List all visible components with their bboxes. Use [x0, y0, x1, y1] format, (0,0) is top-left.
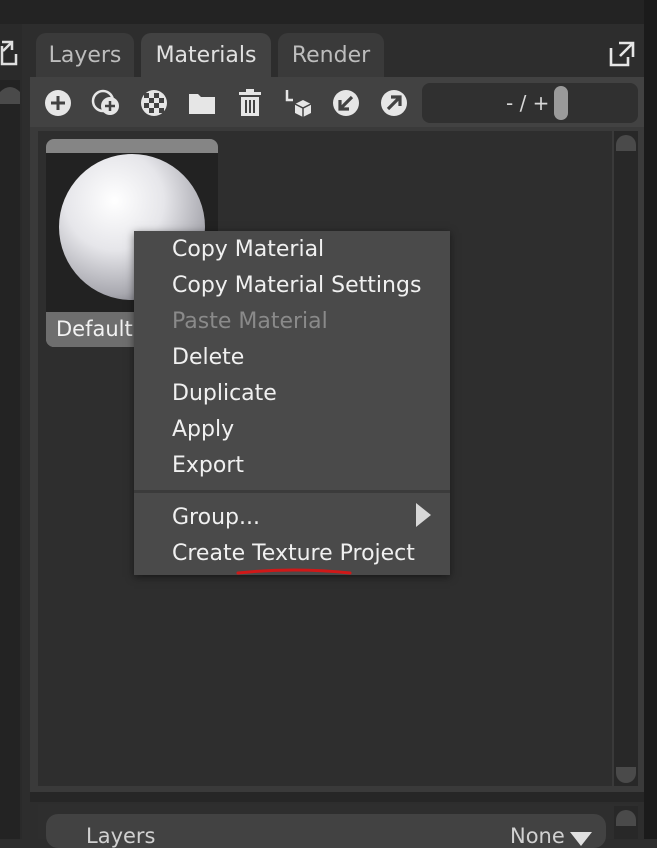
import-icon[interactable]	[331, 88, 361, 118]
submenu-arrow-icon	[416, 503, 431, 527]
menu-item-copy-material-settings[interactable]: Copy Material Settings	[172, 273, 421, 298]
slider-handle[interactable]	[554, 86, 568, 120]
bottom-scroll-up-button[interactable]	[616, 810, 636, 826]
dropdown-arrow-icon	[570, 832, 592, 846]
tab-layers-label: Layers	[48, 42, 122, 68]
undock-left-icon[interactable]	[0, 38, 20, 68]
window-edge	[644, 0, 657, 839]
menu-item-copy-material[interactable]: Copy Material	[172, 237, 324, 262]
top-strip	[0, 0, 644, 24]
menu-item-export[interactable]: Export	[172, 453, 244, 478]
tab-layers[interactable]: Layers	[36, 33, 134, 77]
shapes-icon[interactable]	[283, 88, 313, 118]
add-layered-icon[interactable]	[91, 88, 121, 118]
add-icon[interactable]	[43, 88, 73, 118]
left-panel-content	[0, 80, 20, 839]
trash-icon[interactable]	[235, 88, 265, 118]
menu-item-group[interactable]: Group...	[172, 505, 260, 530]
scroll-down-button[interactable]	[616, 767, 636, 783]
left-scroll-up[interactable]	[0, 82, 20, 104]
tab-materials[interactable]: Materials	[141, 33, 271, 77]
undock-panel-icon[interactable]	[608, 40, 636, 68]
checker-icon[interactable]	[139, 88, 169, 118]
menu-item-apply[interactable]: Apply	[172, 417, 234, 442]
folder-icon[interactable]	[187, 88, 217, 118]
export-icon[interactable]	[379, 88, 409, 118]
tab-render[interactable]: Render	[278, 33, 384, 77]
context-menu: Copy Material Copy Material Settings Pas…	[134, 231, 450, 575]
tab-render-label: Render	[291, 42, 371, 68]
preview-size-slider[interactable]: - / +	[422, 83, 638, 123]
menu-item-delete[interactable]: Delete	[172, 345, 244, 370]
scroll-up-button[interactable]	[616, 135, 636, 151]
tab-materials-label: Materials	[155, 42, 257, 68]
layers-dropdown[interactable]: Layers None	[46, 814, 606, 848]
menu-separator	[134, 490, 450, 493]
layers-label: Layers	[86, 824, 156, 848]
bottom-scrollbar[interactable]	[614, 806, 638, 839]
preview-size-label: - / +	[506, 91, 550, 115]
menu-item-duplicate[interactable]: Duplicate	[172, 381, 277, 406]
panel-divider[interactable]	[30, 792, 644, 802]
materials-scrollbar[interactable]	[614, 131, 638, 786]
annotation-underline	[236, 568, 352, 575]
layers-dropdown-value: None	[510, 824, 565, 848]
menu-item-create-texture-project[interactable]: Create Texture Project	[172, 541, 415, 566]
menu-item-paste-material[interactable]: Paste Material	[172, 309, 328, 334]
material-name: Default	[56, 317, 133, 341]
